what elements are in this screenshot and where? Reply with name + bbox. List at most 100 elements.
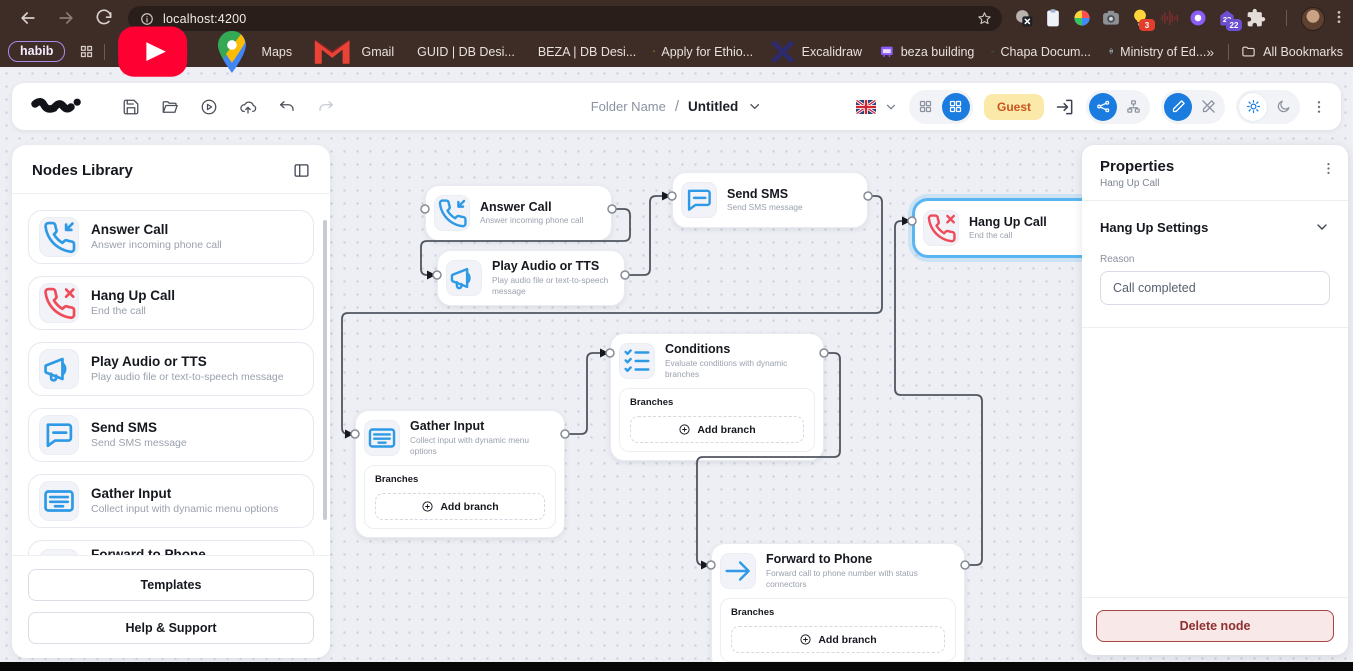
megaphone-icon <box>39 349 79 389</box>
folder-icon <box>1241 44 1256 59</box>
browser-menu-icon[interactable] <box>1331 9 1347 25</box>
counter-icon[interactable]: 22 22 <box>1217 8 1237 28</box>
save-button[interactable] <box>122 98 140 116</box>
maps-pin-icon <box>208 28 256 76</box>
bookmark-item[interactable]: beza building <box>879 44 974 60</box>
login-icon[interactable] <box>1055 97 1075 117</box>
megaphone-icon <box>446 260 482 296</box>
run-flow-button[interactable] <box>200 98 218 116</box>
bookmark-item[interactable]: Excalidraw <box>770 39 862 65</box>
plus-circle-icon <box>421 500 434 513</box>
bookmark-item[interactable]: Ministry of Ed... <box>1108 45 1206 59</box>
open-folder-button[interactable] <box>161 98 179 116</box>
window-icon <box>879 44 895 60</box>
add-branch-button[interactable]: Add branch <box>731 626 945 653</box>
flow-node-forward[interactable]: Forward to Phone Forward call to phone n… <box>711 543 965 671</box>
collapse-panel-icon[interactable] <box>293 162 310 179</box>
flow-node-conditions[interactable]: Conditions Evaluate conditions with dyna… <box>610 333 824 461</box>
undo-button[interactable] <box>278 98 296 116</box>
add-branch-button[interactable]: Add branch <box>630 416 804 443</box>
flame-icon <box>653 50 655 52</box>
edit-mode-group <box>1161 90 1225 124</box>
publish-button[interactable] <box>239 98 257 116</box>
help-support-button[interactable]: Help & Support <box>28 612 314 644</box>
nodes-library-title: Nodes Library <box>32 162 133 179</box>
apps-grid-icon[interactable] <box>79 44 94 59</box>
reason-input[interactable] <box>1100 271 1330 305</box>
breadcrumb: Folder Name / Untitled <box>591 83 763 130</box>
library-item-answer-call[interactable]: Answer Call Answer incoming phone call <box>28 210 314 264</box>
dark-theme-button[interactable] <box>1269 93 1297 121</box>
library-item-forward-to-phone[interactable]: Forward to Phone Forward call to phone n… <box>28 540 314 555</box>
reload-icon[interactable] <box>94 8 114 28</box>
nodes-library-panel: Nodes Library Answer Call Answer incomin… <box>12 145 330 658</box>
bookmarks-overflow-chevron[interactable]: » <box>1206 44 1214 60</box>
bookmark-label: BEZA | DB Desi... <box>538 45 636 59</box>
language-selector[interactable] <box>856 100 898 114</box>
gather-icon <box>364 420 400 456</box>
flow-node-play[interactable]: Play Audio or TTS Play audio file or tex… <box>437 250 625 306</box>
grid-view-active-button[interactable] <box>942 93 970 121</box>
toolbar-menu-icon[interactable] <box>1311 99 1327 115</box>
plus-circle-icon <box>799 633 812 646</box>
view-mode-group <box>1086 90 1150 124</box>
edit-mode-button[interactable] <box>1164 93 1192 121</box>
redo-button[interactable] <box>317 98 335 116</box>
edit-off-button[interactable] <box>1194 93 1222 121</box>
properties-menu-icon[interactable] <box>1321 161 1336 176</box>
message-icon <box>681 182 717 218</box>
library-item-send-sms[interactable]: Send SMS Send SMS message <box>28 408 314 462</box>
checklist-icon <box>619 343 655 379</box>
bookmark-label: GUID | DB Desi... <box>417 45 515 59</box>
forward-icon[interactable] <box>56 8 76 28</box>
flow-node-answer[interactable]: Answer Call Answer incoming phone call <box>425 185 612 241</box>
branches-section: Branches Add branch <box>364 465 556 529</box>
uk-flag-icon <box>856 100 876 114</box>
guest-badge[interactable]: Guest <box>984 94 1044 120</box>
file-name[interactable]: Untitled <box>688 99 738 114</box>
flow-view-button[interactable] <box>1089 93 1117 121</box>
puzzle-icon[interactable] <box>1246 8 1266 28</box>
bookmark-label: Maps <box>262 45 293 59</box>
bookmark-item[interactable]: GUID | DB Desi... <box>411 45 515 59</box>
bookmark-item[interactable]: BEZA | DB Desi... <box>532 45 636 59</box>
chevron-down-icon[interactable] <box>747 99 762 114</box>
back-icon[interactable] <box>18 8 38 28</box>
taskbar-strip <box>0 662 1353 671</box>
library-item-hang-up-call[interactable]: Hang Up Call End the call <box>28 276 314 330</box>
excalidraw-icon <box>770 39 796 65</box>
bookmarks-bar: habib Maps Gmail GUID | DB Desi... BEZA … <box>0 36 1353 67</box>
all-bookmarks-button[interactable]: All Bookmarks <box>1241 44 1343 59</box>
profile-chip[interactable]: habib <box>8 41 65 62</box>
light-theme-button[interactable] <box>1239 93 1267 121</box>
bookmark-label: Apply for Ethio... <box>661 45 753 59</box>
forward-icon <box>39 549 79 555</box>
bookmark-item[interactable] <box>115 14 190 89</box>
tree-view-button[interactable] <box>1119 93 1147 121</box>
library-item-play-audio-or-tts[interactable]: Play Audio or TTS Play audio file or tex… <box>28 342 314 396</box>
flow-node-sms[interactable]: Send SMS Send SMS message <box>672 172 868 228</box>
templates-button[interactable]: Templates <box>28 569 314 601</box>
bookmark-item[interactable]: Gmail <box>309 28 394 74</box>
bookmark-item[interactable]: Chapa Docum... <box>991 45 1090 59</box>
delete-node-button[interactable]: Delete node <box>1096 610 1334 642</box>
check-icon <box>991 50 994 53</box>
flow-node-gather[interactable]: Gather Input Collect input with dynamic … <box>355 410 565 538</box>
profile-avatar[interactable] <box>1301 7 1325 31</box>
grid-view-button[interactable] <box>912 93 940 121</box>
bookmark-item[interactable]: Apply for Ethio... <box>653 45 753 59</box>
bookmark-label: Excalidraw <box>802 45 862 59</box>
properties-subtitle: Hang Up Call <box>1100 178 1330 189</box>
phone-incoming-icon <box>434 195 470 231</box>
plus-circle-icon <box>678 423 691 436</box>
hangup-settings-section-header[interactable]: Hang Up Settings <box>1100 219 1330 235</box>
properties-title: Properties <box>1100 158 1330 175</box>
bookmark-item[interactable]: Maps <box>208 28 292 76</box>
add-branch-button[interactable]: Add branch <box>375 493 545 520</box>
layout-toggle-group <box>909 90 973 124</box>
bookmark-label: Chapa Docum... <box>1001 45 1091 59</box>
scrollbar-thumb[interactable] <box>323 220 327 520</box>
library-item-gather-input[interactable]: Gather Input Collect input with dynamic … <box>28 474 314 528</box>
app-logo <box>30 95 82 119</box>
chevron-down-icon <box>1314 219 1330 235</box>
